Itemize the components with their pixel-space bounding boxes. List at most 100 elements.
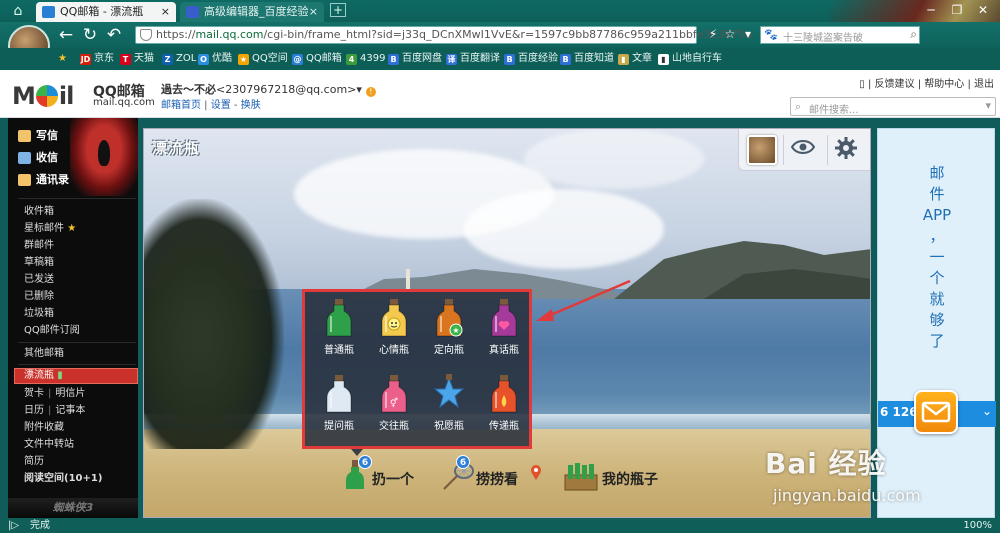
tab-close-icon[interactable]: × <box>161 2 170 22</box>
location-pin-icon[interactable] <box>530 465 542 481</box>
browser-search-box[interactable]: 🐾 十三陵城盗案告破 ⌕ <box>760 26 920 44</box>
gear-icon[interactable] <box>835 137 857 159</box>
bookmark-label: 百度知道 <box>574 53 614 64</box>
chevron-down-icon[interactable]: ▾ <box>985 99 991 112</box>
my-bottles-button[interactable]: 我的瓶子 <box>564 459 684 493</box>
divider <box>18 198 136 199</box>
bookmark-item[interactable]: JD 京东 <box>80 51 114 67</box>
bookmark-item[interactable]: T 天猫 <box>120 51 154 67</box>
ad-text-char: 件 <box>929 185 945 203</box>
bottle-option[interactable]: 提问瓶 <box>313 374 365 444</box>
user-email: <2307967218@qq.com> <box>216 83 357 96</box>
favorites-star-icon[interactable]: ★ <box>58 51 67 67</box>
new-tab-button[interactable]: + <box>330 3 346 17</box>
bookmark-favicon-icon: T <box>120 54 131 65</box>
bookmark-item[interactable]: Z ZOL <box>162 51 196 67</box>
bookmark-item[interactable]: B 百度网盘 <box>388 51 442 67</box>
sidebar-item-cards[interactable]: 贺卡 | 明信片 <box>24 386 85 402</box>
inbox-button[interactable]: 收信 <box>18 148 58 168</box>
folder-subscriptions[interactable]: QQ邮件订阅 <box>24 323 80 339</box>
bottle-option[interactable]: 真话瓶 <box>478 298 530 368</box>
bookmark-item[interactable]: 译百度翻译 <box>446 51 500 67</box>
inbox-icon <box>18 152 31 164</box>
bottle-label: 祝愿瓶 <box>434 421 464 432</box>
sidebar-item-attachments[interactable]: 附件收藏 <box>24 420 64 436</box>
bookmark-item[interactable]: B 百度经验 <box>504 51 558 67</box>
bookmark-favicon-icon: 4 <box>346 54 357 65</box>
tab-close-icon[interactable]: × <box>309 2 318 22</box>
tree-silhouette <box>144 199 284 449</box>
bottle-option[interactable]: 普通瓶 <box>313 298 365 368</box>
sidebar-item-reading[interactable]: 阅读空间(10+1) <box>24 471 102 487</box>
compose-button[interactable]: 写信 <box>18 126 58 146</box>
throw-bottle-button[interactable]: 6 扔一个 <box>344 455 434 493</box>
folder-deleted[interactable]: 已删除 <box>24 289 54 305</box>
qq-mail-logo[interactable]: Mil <box>12 82 74 110</box>
zoom-level[interactable]: 100% <box>963 518 992 533</box>
fish-bottle-button[interactable]: 6 捞捞看 <box>442 455 552 493</box>
dropdown-icon[interactable]: ▾ <box>356 83 362 96</box>
refresh-icon[interactable]: ↻ <box>80 25 100 45</box>
bottle-option[interactable]: 心情瓶 <box>368 298 420 368</box>
tab-baidu-jingyan[interactable]: 高级编辑器_百度经验 × <box>180 2 324 22</box>
change-skin-link[interactable]: 换肤 <box>241 100 261 111</box>
sidebar-item-drift-bottle[interactable]: 漂流瓶 ▮ <box>24 368 63 384</box>
undo-icon[interactable]: ↶ <box>104 25 124 45</box>
tab-qq-mail[interactable]: QQ邮箱 - 漂流瓶 × <box>36 2 176 22</box>
bookmark-item[interactable]: ▮ 文章 <box>618 51 652 67</box>
bottle-option[interactable]: ⚥ 交往瓶 <box>368 374 420 444</box>
bookmark-label: 天猫 <box>134 53 154 64</box>
user-name: 過去～不必 <box>161 83 216 96</box>
bottle-option[interactable]: 祝愿瓶 <box>423 374 475 444</box>
status-text: 完成 <box>30 520 50 531</box>
folder-inbox[interactable]: 收件箱 <box>24 204 54 220</box>
folder-group[interactable]: 群邮件 <box>24 238 54 254</box>
scene-title: 漂流瓶 <box>152 139 201 157</box>
sidebar-item-file-transfer[interactable]: 文件中转站 <box>24 437 74 453</box>
sidebar-item-resume[interactable]: 简历 <box>24 454 44 470</box>
bookmark-label: ZOL <box>176 53 197 64</box>
lightning-icon[interactable]: ⚡ <box>705 26 721 42</box>
bottle-avatar[interactable] <box>747 135 777 165</box>
bookmark-item[interactable]: B 百度知道 <box>560 51 614 67</box>
bookmark-item[interactable]: ★ QQ空间 <box>238 51 288 67</box>
cloud <box>524 129 704 189</box>
mail-search-input[interactable]: ⌕ 邮件搜索... ▾ <box>790 97 996 116</box>
logout-link[interactable]: 退出 <box>974 79 994 90</box>
bottle-option[interactable]: 传递瓶 <box>478 374 530 444</box>
bottle-label: 定向瓶 <box>434 345 464 356</box>
settings-link[interactable]: 设置 <box>211 100 231 111</box>
other-mailboxes[interactable]: 其他邮箱 <box>24 346 64 362</box>
sidebar-toggle-icon[interactable]: |▷ <box>8 518 19 533</box>
minimize-icon[interactable]: ─ <box>918 0 944 20</box>
mail-home-link[interactable]: 邮箱首页 <box>161 100 201 111</box>
chevron-down-icon[interactable]: ▾ <box>740 26 756 42</box>
bookmark-item[interactable]: ▮ 山地自行车 <box>658 51 722 67</box>
star-icon[interactable]: ☆ <box>722 26 738 42</box>
back-icon[interactable]: ← <box>56 25 76 45</box>
folder-sent[interactable]: 已发送 <box>24 272 54 288</box>
home-icon[interactable]: ⌂ <box>6 2 30 20</box>
notice-icon[interactable]: ! <box>365 87 376 97</box>
sidebar-item-calendar[interactable]: 日历 | 记事本 <box>24 403 85 419</box>
directed-bottle-icon: ★ <box>423 298 475 338</box>
bottle-label: 提问瓶 <box>324 421 354 432</box>
maximize-icon[interactable]: ❐ <box>944 0 970 20</box>
contacts-button[interactable]: 通讯录 <box>18 170 69 190</box>
bookmark-item[interactable]: O 优酷 <box>198 51 232 67</box>
address-bar[interactable]: https://mail.qq.com/cgi-bin/frame_html?s… <box>135 26 752 44</box>
folder-spam[interactable]: 垃圾箱 <box>24 306 54 322</box>
bottle-label: 真话瓶 <box>489 345 519 356</box>
close-window-icon[interactable]: ✕ <box>970 0 996 20</box>
bookmark-item[interactable]: 4 4399 <box>346 51 385 67</box>
skin-footer: 蜘蛛侠3 <box>8 498 138 518</box>
help-link[interactable]: 帮助中心 <box>924 79 964 90</box>
eye-icon[interactable] <box>791 139 815 155</box>
search-icon[interactable]: ⌕ <box>910 27 917 42</box>
bottle-option[interactable]: ★ 定向瓶 <box>423 298 475 368</box>
folder-starred[interactable]: 星标邮件 ★ <box>24 221 76 237</box>
chevron-down-icon: ⌄ <box>981 404 992 418</box>
feedback-link[interactable]: 反馈建议 <box>875 79 915 90</box>
folder-drafts[interactable]: 草稿箱 <box>24 255 54 271</box>
bookmark-item[interactable]: @ QQ邮箱 <box>292 51 342 67</box>
